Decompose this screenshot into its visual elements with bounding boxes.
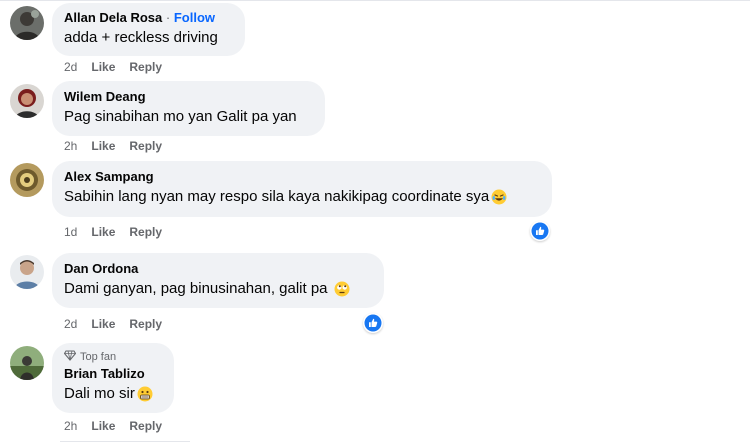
comment-timestamp[interactable]: 2h	[64, 139, 77, 153]
comment-timestamp[interactable]: 2d	[64, 317, 77, 331]
comment-actions: 2h Like Reply	[64, 419, 162, 433]
laughing-emoji	[491, 189, 507, 205]
comment-text-content: adda + reckless driving	[64, 29, 218, 46]
avatar[interactable]	[10, 163, 44, 197]
top-fan-badge: Top fan	[63, 349, 162, 364]
like-button[interactable]: Like	[91, 139, 115, 153]
comment-text-content: Dami ganyan, pag binusinahan, galit pa	[64, 280, 328, 297]
diamond-icon	[63, 349, 77, 364]
comment-author[interactable]: Alex Sampang	[64, 169, 154, 184]
comment-bubble: Alex Sampang Sabihin lang nyan may respo…	[52, 161, 552, 217]
comment-actions: 2d Like Reply	[64, 60, 162, 74]
comment-author[interactable]: Wilem Deang	[64, 89, 146, 104]
comment-author[interactable]: Allan Dela Rosa	[64, 10, 162, 25]
top-fan-label: Top fan	[80, 350, 117, 363]
comment-actions: 2h Like Reply	[64, 139, 162, 153]
comment-text: Pag sinabihan mo yan Galit pa yan	[64, 107, 313, 127]
comment-text: Sabihin lang nyan may respo sila kaya na…	[64, 187, 540, 207]
comment-timestamp[interactable]: 2h	[64, 419, 77, 433]
comment-bubble: Top fan Brian Tablizo Dali mo sir	[52, 343, 174, 413]
like-reaction-icon[interactable]	[530, 221, 550, 241]
comment-text-content: Sabihin lang nyan may respo sila kaya na…	[64, 188, 490, 205]
top-divider	[0, 0, 750, 1]
like-button[interactable]: Like	[91, 225, 115, 239]
comment-timestamp[interactable]: 2d	[64, 60, 77, 74]
comment-actions: 2d Like Reply	[64, 317, 162, 331]
comment-timestamp[interactable]: 1d	[64, 225, 77, 239]
like-reaction-icon[interactable]	[363, 313, 383, 333]
like-button[interactable]: Like	[91, 419, 115, 433]
comment-text-content: Dali mo sir	[64, 385, 135, 402]
avatar[interactable]	[10, 6, 44, 40]
comment-text: Dali mo sir	[64, 384, 162, 404]
comment-text: Dami ganyan, pag binusinahan, galit pa	[64, 279, 372, 299]
like-button[interactable]: Like	[91, 60, 115, 74]
comment-bubble: Dan Ordona Dami ganyan, pag binusinahan,…	[52, 253, 384, 308]
reply-button[interactable]: Reply	[129, 139, 162, 153]
grimacing-emoji	[137, 386, 153, 402]
avatar[interactable]	[10, 255, 44, 289]
avatar[interactable]	[10, 346, 44, 380]
reply-button[interactable]: Reply	[129, 419, 162, 433]
like-button[interactable]: Like	[91, 317, 115, 331]
comment-actions: 1d Like Reply	[64, 225, 162, 239]
comment-text-content: Pag sinabihan mo yan Galit pa yan	[64, 108, 297, 125]
comment-author[interactable]: Dan Ordona	[64, 261, 138, 276]
avatar[interactable]	[10, 84, 44, 118]
comment-bubble: Allan Dela Rosa · Follow adda + reckless…	[52, 3, 245, 56]
reply-button[interactable]: Reply	[129, 317, 162, 331]
follow-button[interactable]: Follow	[174, 10, 215, 25]
comment-bubble: Wilem Deang Pag sinabihan mo yan Galit p…	[52, 81, 325, 136]
rolling-eyes-emoji	[334, 281, 350, 297]
comment-text: adda + reckless driving	[64, 28, 233, 48]
bottom-divider	[60, 441, 190, 442]
reply-button[interactable]: Reply	[129, 60, 162, 74]
comment-author[interactable]: Brian Tablizo	[64, 366, 145, 381]
reply-button[interactable]: Reply	[129, 225, 162, 239]
separator-dot: ·	[165, 10, 174, 25]
